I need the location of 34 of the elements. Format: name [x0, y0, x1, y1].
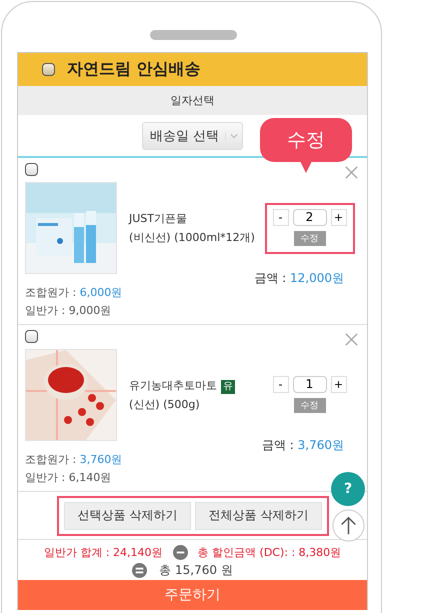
checkbox[interactable] — [25, 330, 38, 342]
amount-text: 금액 : 12,000원 — [254, 270, 344, 287]
scroll-top-icon[interactable] — [332, 509, 365, 542]
checkbox[interactable] — [25, 162, 38, 176]
delete-button[interactable]: 선택상품 삭제하기 — [64, 502, 191, 530]
minus-button[interactable]: - — [272, 208, 288, 226]
quantity-field[interactable]: 1 — [292, 376, 326, 392]
plus-button[interactable]: + — [330, 376, 346, 392]
equals-icon — [132, 563, 148, 578]
regular-price: 일반가 : 9,000원 — [25, 303, 112, 319]
member-price: 조합원가 : 3,760원 — [25, 452, 122, 468]
organic-badge: 유 — [221, 380, 235, 394]
minus-button[interactable]: - — [272, 376, 288, 392]
discount-total: 총 할인금액 (DC): : 8,380원 — [198, 545, 342, 561]
product-spec: (신선) (500g) — [129, 398, 200, 411]
product-spec: (비신선) (1000ml*12개) — [129, 231, 255, 244]
quantity-field[interactable]: 2 — [292, 208, 326, 226]
delete-button[interactable]: 전체상품 삭제하기 — [195, 502, 322, 530]
product-name: JUST기픈물 — [129, 212, 187, 225]
minus-icon — [172, 545, 188, 560]
plus-button[interactable]: + — [330, 208, 346, 226]
callout-bubble: 수정 — [260, 118, 352, 162]
date-select[interactable]: 배송일 선택 — [142, 122, 244, 150]
grand-total: 총 15,760 원 — [159, 562, 233, 579]
member-price: 조합원가 : 6,000원 — [25, 285, 122, 301]
date-label: 일자선택 — [170, 93, 214, 108]
checkbox[interactable] — [42, 63, 55, 76]
amount-text: 금액 : 3,760원 — [262, 437, 344, 454]
regular-price: 일반가 : 6,140원 — [25, 470, 112, 486]
header-title: 자연드림 안심배송 — [67, 59, 201, 80]
callout-tail — [300, 161, 312, 173]
caret-icon — [225, 132, 238, 140]
product-name: 유기농대추토마토 — [129, 379, 217, 392]
regular-total: 일반가 합계 : 24,140원 — [44, 545, 163, 561]
